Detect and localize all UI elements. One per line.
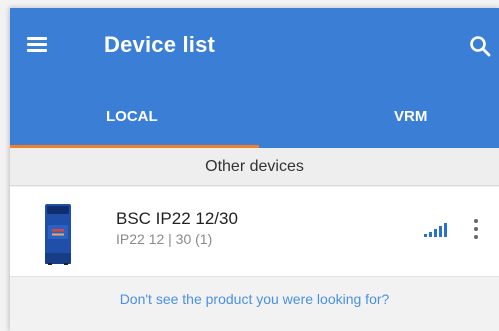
device-name: BSC IP22 12/30 xyxy=(116,209,238,228)
help-link[interactable]: Don't see the product you were looking f… xyxy=(10,291,499,307)
tab-vrm-label: VRM xyxy=(394,108,428,125)
tab-local-label: LOCAL xyxy=(106,108,158,125)
search-icon[interactable] xyxy=(469,35,491,57)
app-bar: Device list xyxy=(10,8,499,86)
battery-charger-device-icon xyxy=(45,204,71,265)
device-list-item[interactable]: BSC IP22 12/30 IP22 12 | 30 (1) xyxy=(10,187,499,277)
section-header: Other devices xyxy=(10,148,499,186)
signal-strength-icon xyxy=(424,223,447,237)
section-header-title: Other devices xyxy=(205,158,304,175)
page-title: Device list xyxy=(104,32,216,57)
tab-local[interactable]: LOCAL xyxy=(10,86,259,148)
tab-vrm[interactable]: VRM xyxy=(259,86,499,148)
device-subtitle: IP22 12 | 30 (1) xyxy=(116,231,213,247)
hamburger-menu-icon[interactable] xyxy=(27,37,47,53)
more-vertical-icon[interactable] xyxy=(468,217,484,243)
app-window: Device list LOCAL VRM Other devices BSC … xyxy=(10,8,499,331)
tab-bar: LOCAL VRM xyxy=(10,86,499,148)
